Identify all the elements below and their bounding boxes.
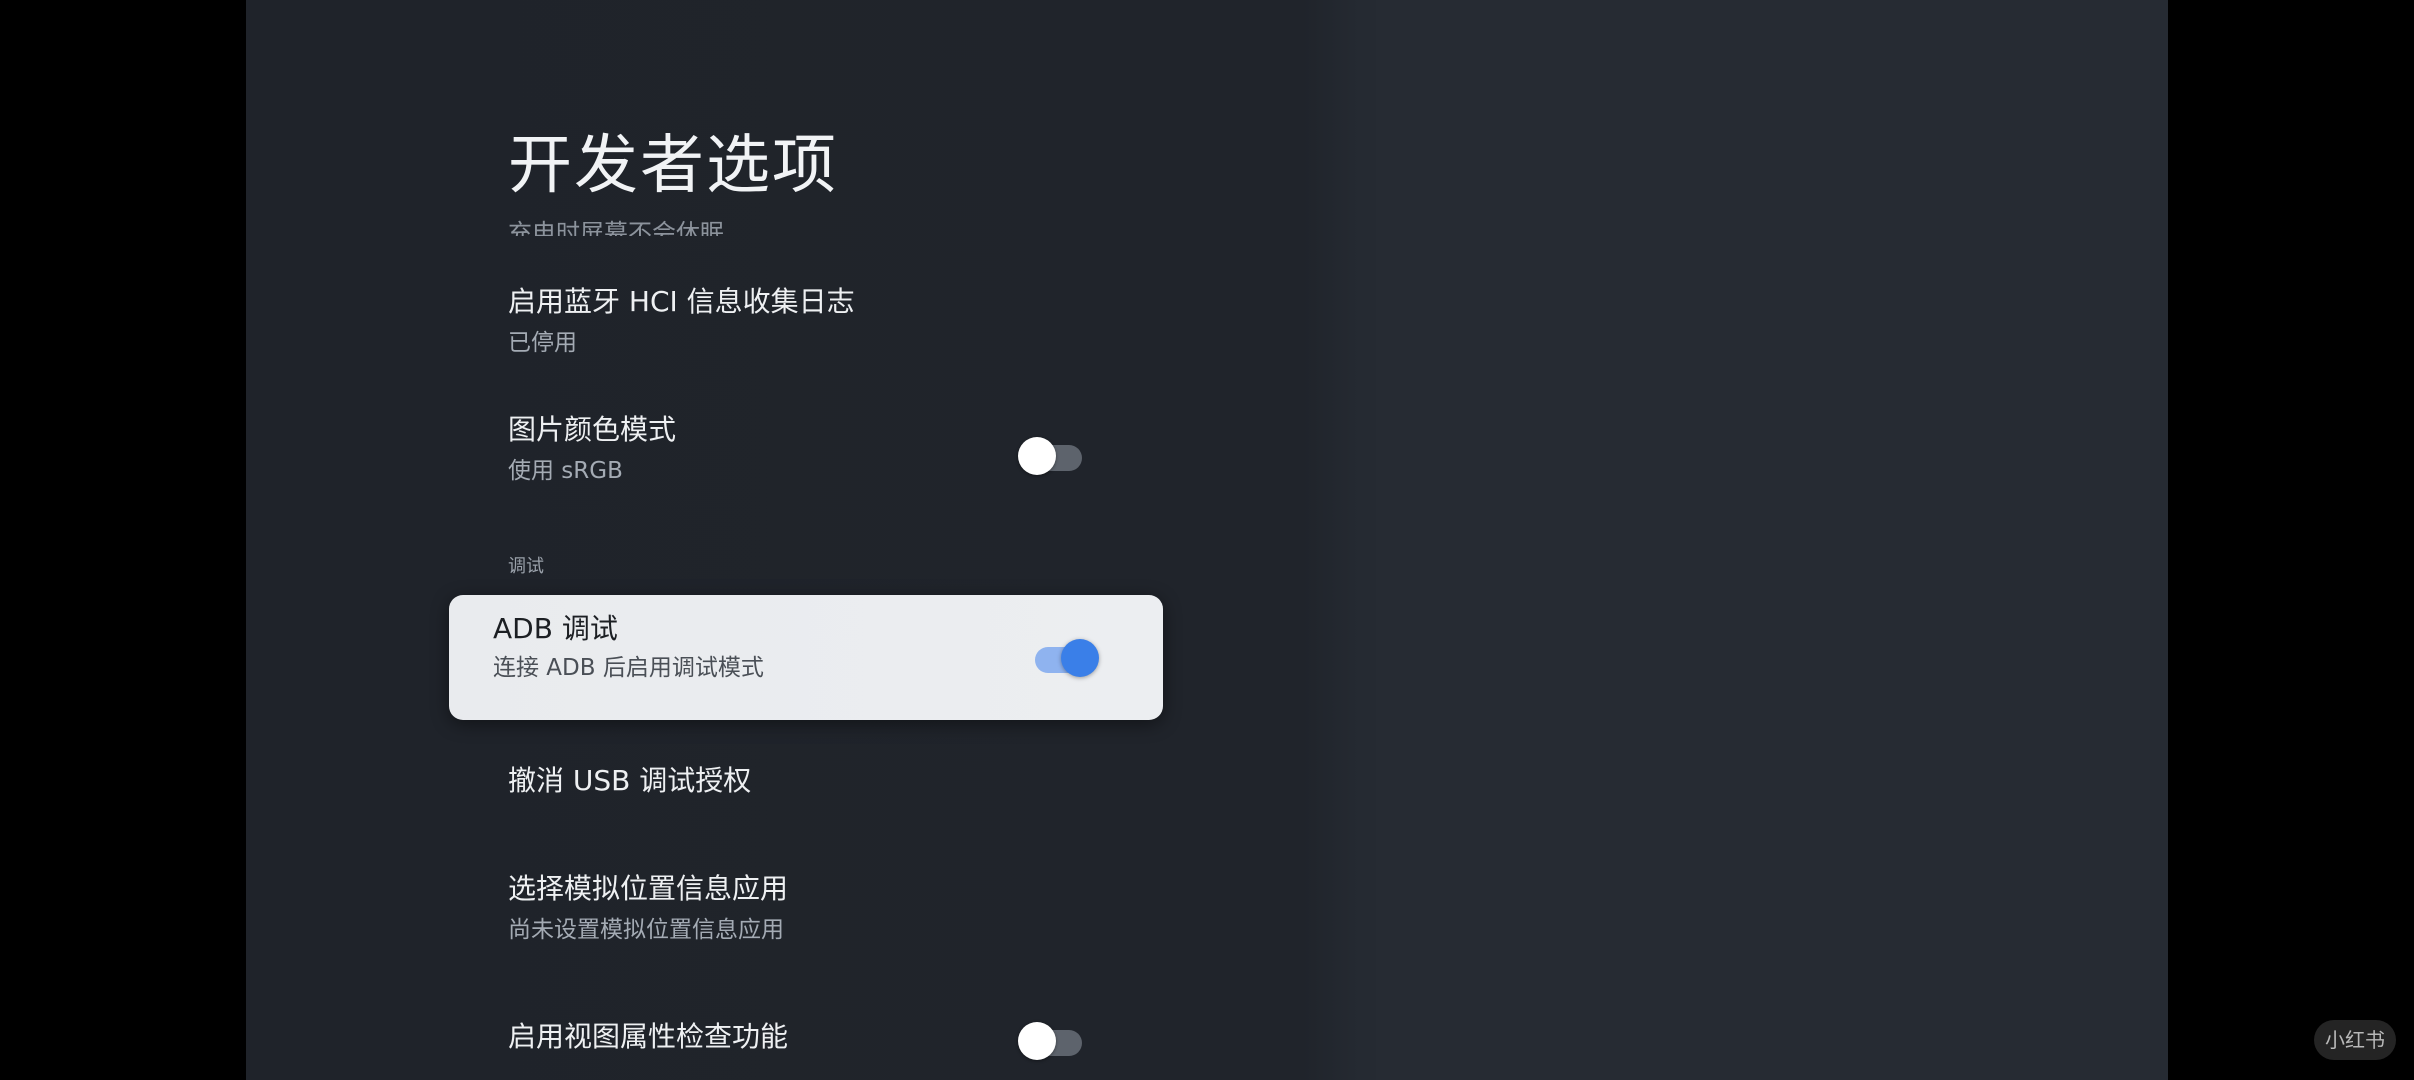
item-title: 图片颜色模式: [508, 413, 677, 446]
item-title: ADB 调试: [493, 612, 618, 645]
revoke-usb-authorization-item[interactable]: 撤消 USB 调试授权: [508, 763, 751, 799]
watermark-logo: 小红书: [2314, 1020, 2396, 1060]
settings-screen: 开发者选项 充电时屏幕不会休眠 启用蓝牙 HCI 信息收集日志 已停用 图片颜色…: [246, 0, 2168, 1080]
toggle-thumb: [1018, 437, 1056, 475]
adb-debugging-item[interactable]: ADB 调试 连接 ADB 后启用调试模式: [449, 595, 1163, 720]
view-attribute-inspection-item[interactable]: 启用视图属性检查功能: [508, 1019, 788, 1055]
picture-color-mode-item[interactable]: 图片颜色模式 使用 sRGB: [508, 412, 676, 486]
item-subtitle: 已停用: [508, 330, 577, 356]
view-attribute-inspection-toggle[interactable]: [1018, 1022, 1084, 1060]
scrolled-item-remnant: 充电时屏幕不会休眠: [508, 219, 724, 236]
section-header-debugging: 调试: [508, 556, 544, 577]
item-subtitle: 使用 sRGB: [508, 458, 623, 484]
toggle-thumb: [1061, 639, 1099, 677]
page-title: 开发者选项: [508, 129, 838, 203]
item-title: 启用蓝牙 HCI 信息收集日志: [508, 285, 855, 318]
adb-debugging-toggle[interactable]: [1035, 639, 1101, 677]
picture-color-mode-toggle[interactable]: [1018, 437, 1084, 475]
toggle-thumb: [1018, 1022, 1056, 1060]
mock-location-app-item[interactable]: 选择模拟位置信息应用 尚未设置模拟位置信息应用: [508, 871, 788, 945]
item-title: 选择模拟位置信息应用: [508, 872, 789, 905]
item-subtitle: 尚未设置模拟位置信息应用: [508, 917, 784, 943]
empty-detail-pane: [1376, 0, 2168, 1080]
bluetooth-hci-log-item[interactable]: 启用蓝牙 HCI 信息收集日志 已停用: [508, 284, 855, 358]
item-title: 撤消 USB 调试授权: [508, 764, 752, 797]
item-subtitle: 连接 ADB 后启用调试模式: [493, 655, 764, 681]
item-title: 启用视图属性检查功能: [508, 1020, 789, 1053]
